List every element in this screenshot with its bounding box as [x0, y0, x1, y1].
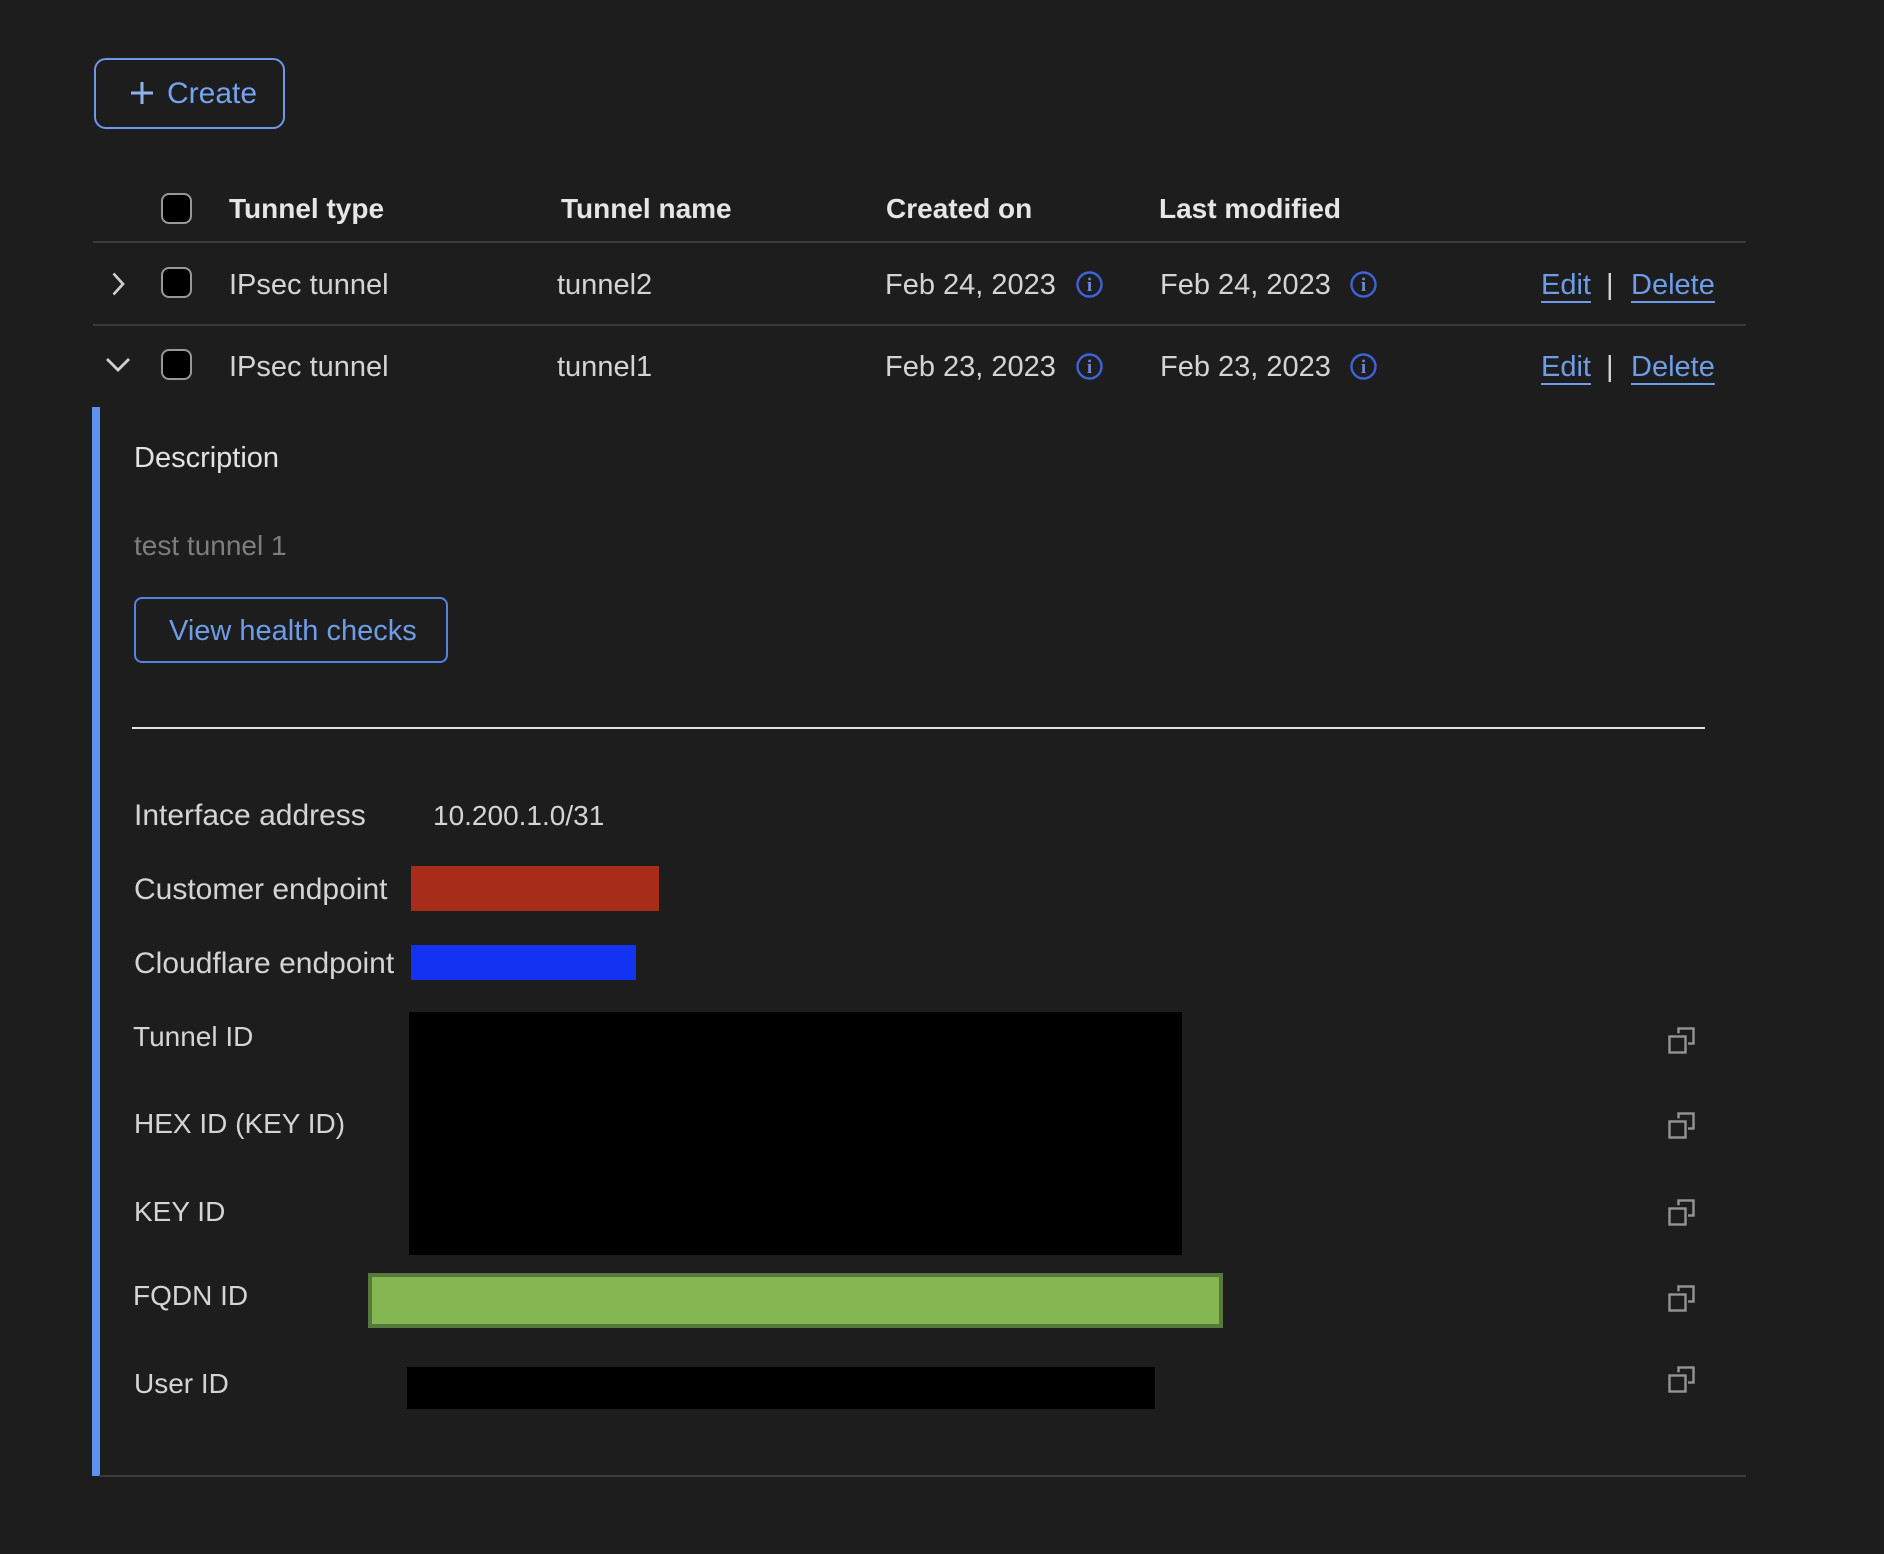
- svg-text:i: i: [1361, 275, 1366, 296]
- svg-text:i: i: [1087, 275, 1092, 296]
- svg-text:i: i: [1087, 357, 1092, 378]
- svg-text:i: i: [1361, 357, 1366, 378]
